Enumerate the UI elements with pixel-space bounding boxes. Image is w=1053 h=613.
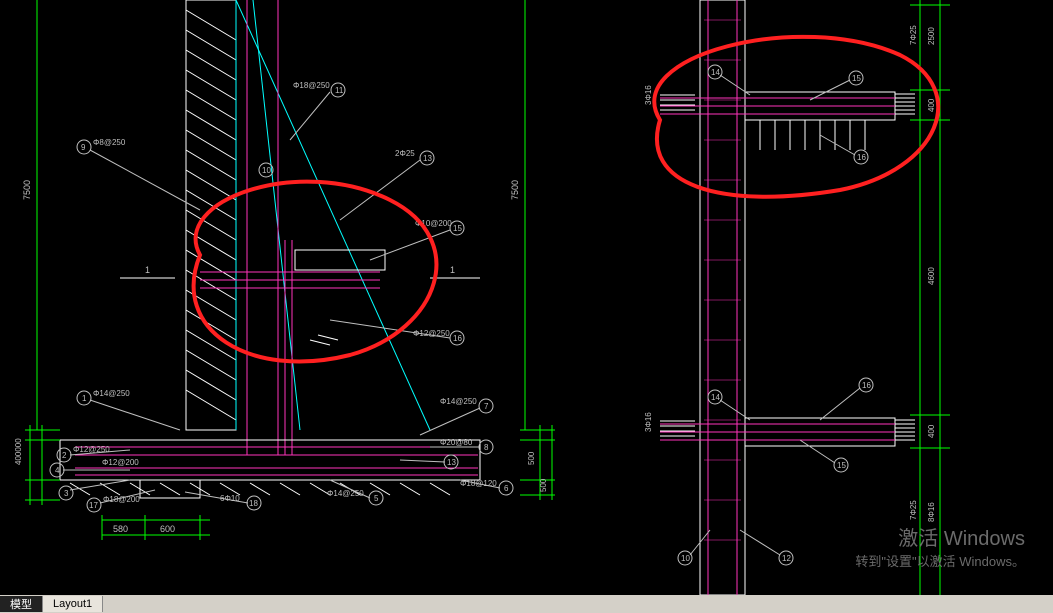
svg-text:11: 11 bbox=[335, 86, 344, 95]
svg-text:6: 6 bbox=[504, 484, 509, 493]
wall-hatch-left bbox=[186, 0, 236, 430]
dim-3d16b: 3Φ16 bbox=[644, 412, 653, 432]
tab-model[interactable]: 模型 bbox=[0, 596, 43, 612]
svg-text:10: 10 bbox=[262, 166, 271, 175]
rebar-magenta bbox=[75, 0, 478, 475]
dim-7d25b: 7Φ25 bbox=[909, 500, 918, 520]
dim-7500b: 7500 bbox=[510, 180, 520, 200]
svg-text:Φ8@250: Φ8@250 bbox=[93, 138, 126, 147]
dim-500b: 500 bbox=[539, 478, 548, 492]
svg-text:2Φ25: 2Φ25 bbox=[395, 149, 415, 158]
svg-text:15: 15 bbox=[453, 224, 462, 233]
svg-text:Φ12@250: Φ12@250 bbox=[413, 329, 450, 338]
svg-text:5: 5 bbox=[374, 494, 379, 503]
tab-layout1[interactable]: Layout1 bbox=[43, 596, 103, 612]
svg-text:Φ14@250: Φ14@250 bbox=[440, 397, 477, 406]
svg-text:Φ12@200: Φ12@200 bbox=[102, 458, 139, 467]
svg-text:16: 16 bbox=[857, 153, 866, 162]
svg-text:1: 1 bbox=[450, 265, 455, 275]
svg-text:12: 12 bbox=[782, 554, 791, 563]
dim-7500: 7500 bbox=[22, 180, 32, 200]
svg-text:17: 17 bbox=[89, 501, 98, 510]
dim-580: 580 bbox=[113, 524, 128, 534]
svg-text:Φ20@80: Φ20@80 bbox=[440, 438, 473, 447]
svg-text:8: 8 bbox=[484, 443, 489, 452]
svg-text:18: 18 bbox=[249, 499, 258, 508]
svg-text:Φ14@250: Φ14@250 bbox=[327, 489, 364, 498]
svg-text:6Φ10: 6Φ10 bbox=[220, 494, 240, 503]
svg-text:2: 2 bbox=[62, 451, 67, 460]
annotation-red-circle-right bbox=[654, 37, 938, 197]
dim-600: 600 bbox=[160, 524, 175, 534]
dim-2500: 2500 bbox=[927, 27, 936, 45]
dim-400b: 400 bbox=[927, 424, 936, 438]
dim-500: 500 bbox=[527, 451, 536, 465]
dim-3d16a: 3Φ16 bbox=[644, 85, 653, 105]
svg-text:15: 15 bbox=[852, 74, 861, 83]
svg-text:4: 4 bbox=[55, 466, 60, 475]
dim-8d16: 8Φ16 bbox=[927, 502, 936, 522]
svg-text:13: 13 bbox=[447, 458, 456, 467]
svg-text:16: 16 bbox=[862, 381, 871, 390]
svg-text:Φ18@250: Φ18@250 bbox=[293, 81, 330, 90]
svg-text:10: 10 bbox=[681, 554, 690, 563]
drawing-svg: 7500 7500 400000 bbox=[0, 0, 1053, 595]
svg-text:Φ14@250: Φ14@250 bbox=[93, 389, 130, 398]
svg-text:14: 14 bbox=[711, 68, 720, 77]
svg-text:3: 3 bbox=[64, 489, 69, 498]
dim-4600: 4600 bbox=[927, 267, 936, 285]
svg-text:9: 9 bbox=[81, 143, 86, 152]
svg-text:13: 13 bbox=[423, 154, 432, 163]
right-drawing: 2500 7Φ25 400 4600 400 7Φ25 8Φ16 3Φ16 3Φ… bbox=[644, 0, 950, 595]
svg-text:16: 16 bbox=[453, 334, 462, 343]
cad-canvas[interactable]: 7500 7500 400000 bbox=[0, 0, 1053, 595]
svg-text:Φ18@200: Φ18@200 bbox=[103, 495, 140, 504]
dim-400a: 400 bbox=[927, 98, 936, 112]
svg-text:14: 14 bbox=[711, 393, 720, 402]
svg-text:7: 7 bbox=[484, 402, 489, 411]
section-1-left: 1 bbox=[120, 265, 175, 278]
dim-400000: 400000 bbox=[14, 438, 23, 465]
svg-text:15: 15 bbox=[837, 461, 846, 470]
svg-text:Φ18@120: Φ18@120 bbox=[460, 479, 497, 488]
dim-7d25: 7Φ25 bbox=[909, 25, 918, 45]
tab-bar: 模型 Layout1 bbox=[0, 595, 1053, 613]
svg-text:Φ12@250: Φ12@250 bbox=[73, 445, 110, 454]
svg-text:1: 1 bbox=[82, 394, 87, 403]
svg-text:1: 1 bbox=[145, 265, 150, 275]
